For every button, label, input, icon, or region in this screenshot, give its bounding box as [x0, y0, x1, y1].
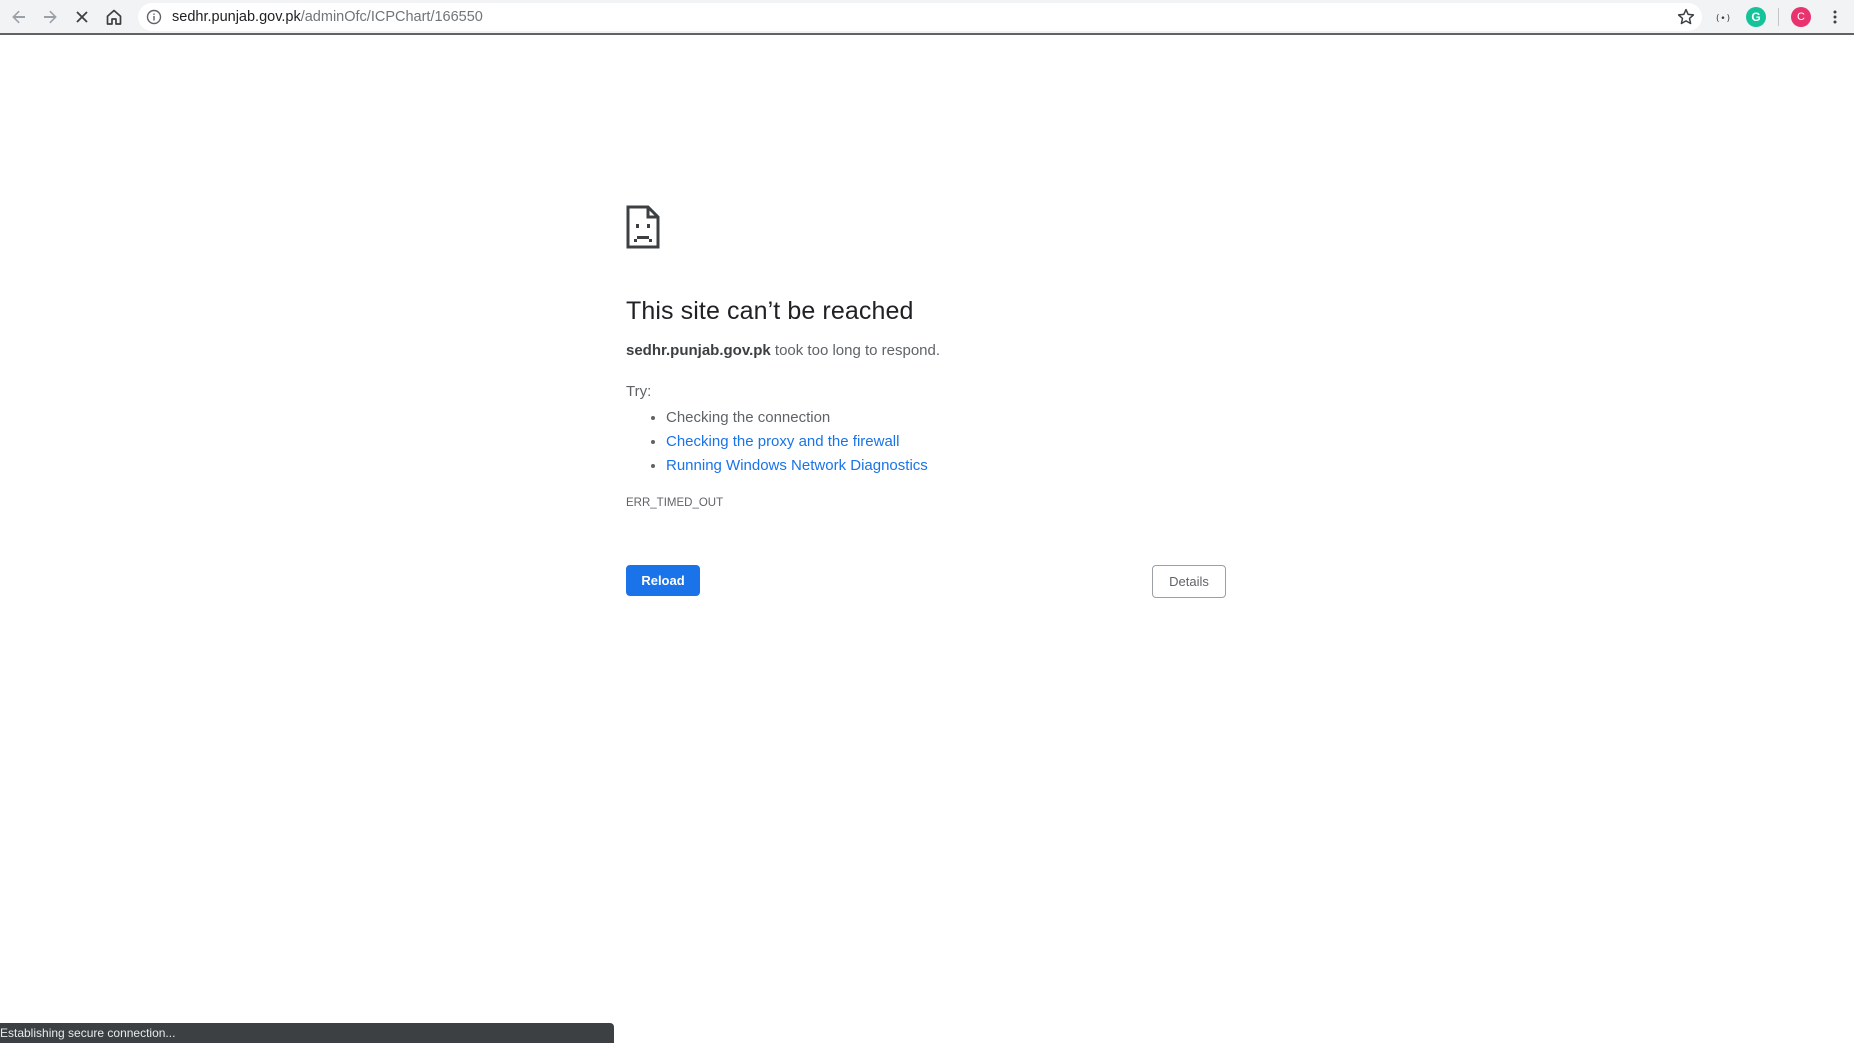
- profile-avatar[interactable]: C: [1791, 7, 1811, 27]
- toolbar-separator: [1778, 8, 1779, 26]
- try-label: Try:: [626, 383, 652, 400]
- suggestion-check-proxy: Checking the proxy and the firewall: [666, 430, 928, 454]
- toolbar-bottom-border: [0, 33, 1854, 35]
- suggestion-text: Checking the connection: [666, 409, 831, 426]
- suggestion-check-connection: Checking the connection: [666, 406, 928, 430]
- browser-toolbar: sedhr.punjab.gov.pk/adminOfc/ICPChart/16…: [0, 0, 1854, 34]
- info-icon[interactable]: [146, 9, 162, 25]
- url-host: sedhr.punjab.gov.pk: [172, 9, 301, 25]
- network-diagnostics-link[interactable]: Running Windows Network Diagnostics: [666, 457, 928, 474]
- url-path: /adminOfc/ICPChart/166550: [300, 9, 483, 25]
- stop-button[interactable]: [69, 4, 95, 30]
- back-button[interactable]: [6, 4, 32, 30]
- svg-text:(•): (•): [1715, 14, 1731, 24]
- error-code: ERR_TIMED_OUT: [626, 497, 724, 509]
- close-icon: [76, 11, 88, 23]
- details-button[interactable]: Details: [1152, 565, 1226, 598]
- suggestions-list: Checking the connection Checking the pro…: [626, 406, 928, 478]
- address-bar[interactable]: sedhr.punjab.gov.pk/adminOfc/ICPChart/16…: [138, 3, 1702, 31]
- sad-page-icon: [626, 205, 660, 249]
- grammarly-extension-icon[interactable]: G: [1746, 7, 1766, 27]
- error-title: This site can’t be reached: [626, 297, 914, 325]
- suggestion-network-diagnostics: Running Windows Network Diagnostics: [666, 454, 928, 478]
- proxy-firewall-link[interactable]: Checking the proxy and the firewall: [666, 433, 899, 450]
- browser-menu-button[interactable]: [1822, 4, 1848, 30]
- arrow-right-icon: [44, 10, 57, 24]
- home-icon: [106, 9, 122, 25]
- arrow-left-icon: [12, 10, 25, 24]
- extension-icon[interactable]: (•): [1714, 9, 1732, 25]
- error-host: sedhr.punjab.gov.pk: [626, 342, 771, 359]
- error-description: sedhr.punjab.gov.pk took too long to res…: [626, 342, 940, 359]
- error-message: took too long to respond.: [770, 342, 941, 359]
- forward-button[interactable]: [37, 4, 63, 30]
- home-button[interactable]: [101, 4, 127, 30]
- star-icon[interactable]: [1676, 7, 1696, 27]
- status-bar: Establishing secure connection...: [0, 1023, 614, 1043]
- reload-button[interactable]: Reload: [626, 565, 700, 596]
- kebab-menu-icon: [1833, 10, 1837, 24]
- url-text[interactable]: sedhr.punjab.gov.pk/adminOfc/ICPChart/16…: [172, 8, 483, 26]
